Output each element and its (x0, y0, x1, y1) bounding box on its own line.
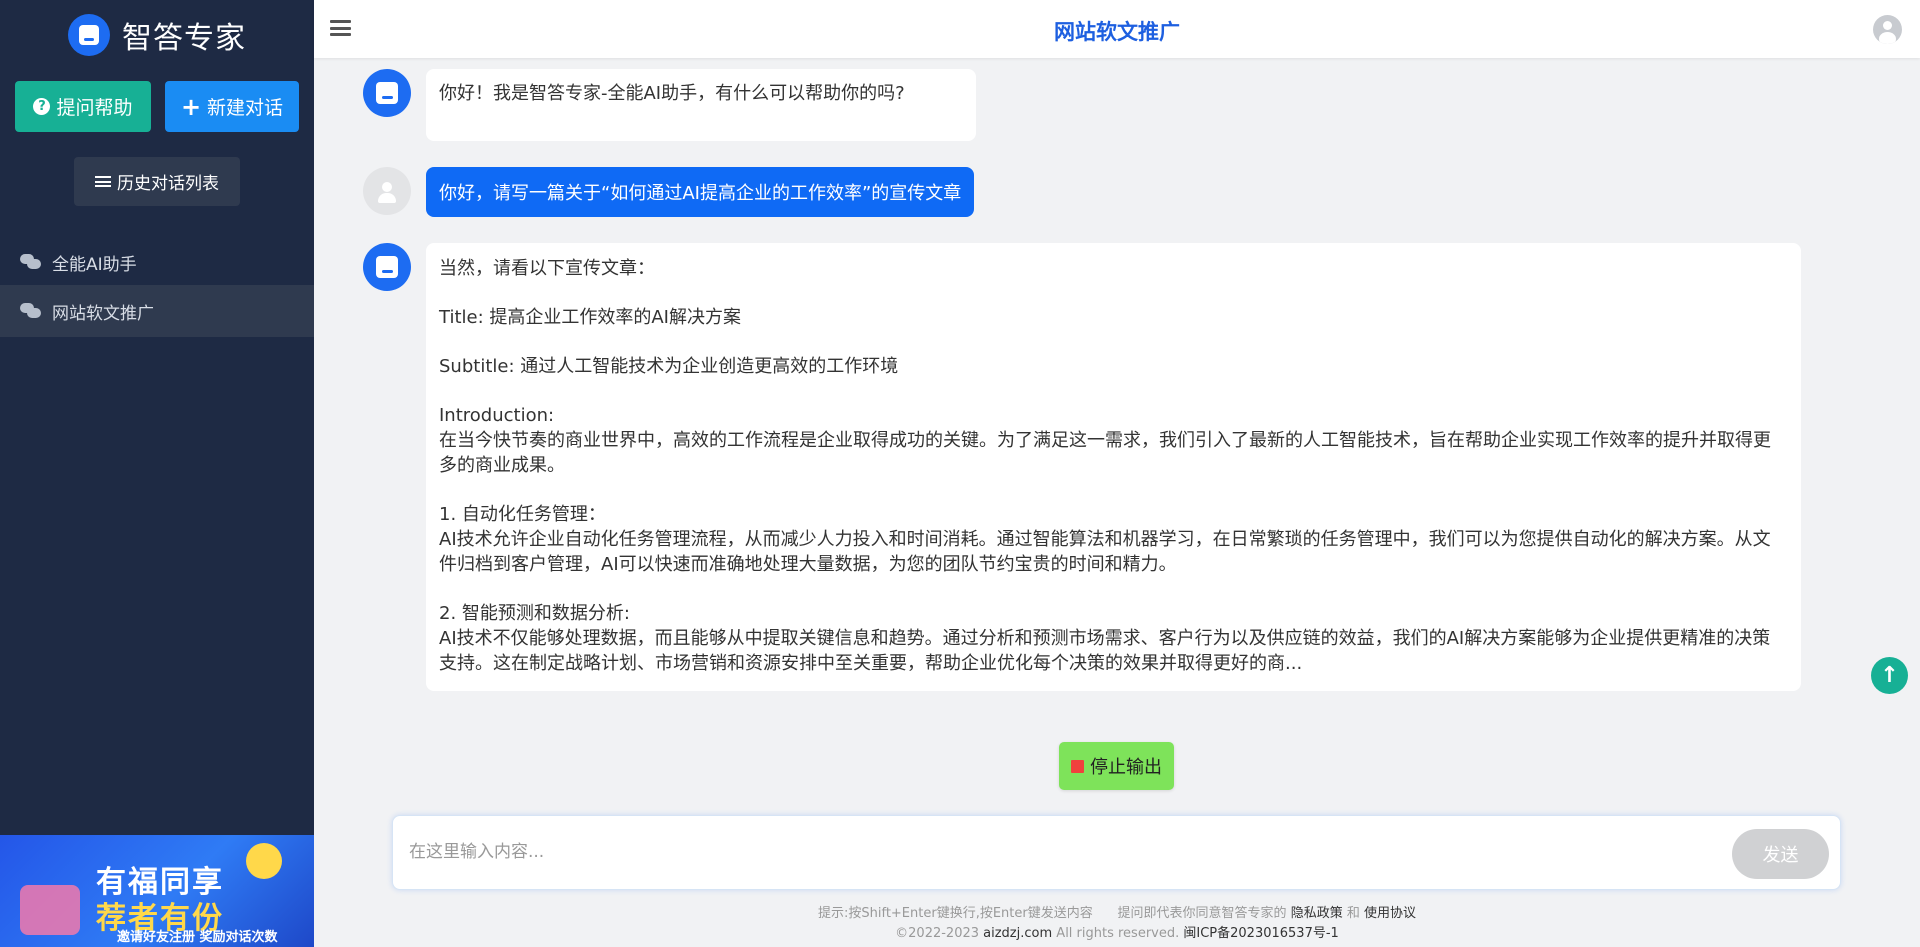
footer-hint-line: 提示:按Shift+Enter键换行,按Enter键发送内容 提问即代表你同意智… (314, 902, 1920, 921)
user-message: 你好，请写一篇关于“如何通过AI提高企业的工作效率”的宣传文章 (426, 167, 975, 217)
help-button-label: 提问帮助 (56, 97, 133, 119)
message-input-box: 发送 (392, 815, 1841, 890)
brand[interactable]: 智答专家 (68, 14, 246, 56)
question-circle-icon: ? (33, 98, 51, 115)
bot-avatar-icon (363, 69, 411, 117)
comments-icon (20, 254, 42, 270)
terms-of-use-link[interactable]: 使用协议 (1364, 906, 1416, 921)
answer-paragraph: 当然，请看以下宣传文章： (439, 258, 655, 279)
bot-avatar-icon (363, 243, 411, 291)
stop-output-label: 停止输出 (1090, 757, 1162, 778)
history-list-button[interactable]: 历史对话列表 (74, 157, 240, 206)
help-button[interactable]: ? 提问帮助 (15, 81, 151, 132)
coin-icon (246, 843, 282, 879)
agreement-and: 和 (1346, 906, 1360, 921)
answer-paragraph: Introduction: 在当今快节奏的商业世界中，高效的工作流程是企业取得成… (439, 405, 1771, 476)
rights-text: All rights reserved. (1056, 926, 1180, 941)
sidebar-item-label: 网站软文推广 (52, 303, 154, 324)
answer-paragraph: 2. 智能预测和数据分析: AI技术不仅能够处理数据，而且能够从中提取关键信息和… (439, 603, 1771, 674)
referral-promo-banner[interactable]: 有福同享 荐者有份 邀请好友注册 奖励对话次数 (0, 835, 314, 947)
gift-icon (20, 885, 80, 935)
bot-message: 你好！我是智答专家-全能AI助手，有什么可以帮助你的吗? (426, 69, 976, 141)
bot-answer-message: 当然，请看以下宣传文章： Title: 提高企业工作效率的AI解决方案 Subt… (426, 243, 1801, 691)
plus-icon: + (180, 92, 202, 121)
new-chat-button[interactable]: + 新建对话 (165, 81, 299, 132)
new-chat-button-label: 新建对话 (207, 97, 284, 119)
answer-paragraph: Subtitle: 通过人工智能技术为企业创造更高效的工作环境 (439, 356, 899, 377)
user-avatar-icon (363, 167, 411, 215)
send-button-label: 发送 (1762, 845, 1799, 866)
privacy-policy-link[interactable]: 隐私政策 (1291, 906, 1343, 921)
icp-license-link[interactable]: 闽ICP备2023016537号-1 (1183, 926, 1338, 941)
answer-paragraph: Title: 提高企业工作效率的AI解决方案 (439, 307, 741, 328)
sidebar-item-label: 全能AI助手 (52, 254, 137, 275)
site-domain-link[interactable]: aizdzj.com (983, 926, 1052, 941)
footer-copyright-line: ©2022-2023 aizdzj.com All rights reserve… (314, 922, 1920, 941)
history-list-button-label: 历史对话列表 (117, 174, 219, 194)
brand-name: 智答专家 (122, 21, 246, 56)
comments-icon (20, 303, 42, 319)
message-text: 你好！我是智答专家-全能AI助手，有什么可以帮助你的吗? (439, 83, 905, 104)
sidebar-item-all-ai-assistant[interactable]: 全能AI助手 (0, 236, 314, 288)
scroll-to-top-button[interactable]: ↑ (1871, 657, 1908, 694)
stop-icon (1071, 759, 1084, 773)
page-title: 网站软文推广 (1054, 20, 1180, 44)
sidebar: 智答专家 ? 提问帮助 + 新建对话 历史对话列表 全能AI助手 网站软文推广 … (0, 0, 314, 947)
message-input[interactable] (409, 835, 1709, 869)
promo-subtitle: 邀请好友注册 奖励对话次数 (117, 930, 278, 945)
copyright-years: ©2022-2023 (895, 926, 980, 941)
top-header: 网站软文推广 (314, 0, 1920, 58)
arrow-up-icon: ↑ (1880, 663, 1899, 688)
keyboard-hint: 提示:按Shift+Enter键换行,按Enter键发送内容 (817, 906, 1093, 921)
agreement-prefix: 提问即代表你同意智答专家的 (1117, 906, 1287, 921)
user-avatar-icon[interactable] (1873, 15, 1902, 44)
message-text: 你好，请写一篇关于“如何通过AI提高企业的工作效率”的宣传文章 (439, 183, 962, 204)
brand-logo-icon (68, 14, 110, 56)
list-icon (95, 175, 111, 188)
send-button[interactable]: 发送 (1732, 829, 1829, 879)
sidebar-item-website-promotion[interactable]: 网站软文推广 (0, 285, 314, 337)
answer-paragraph: 1. 自动化任务管理： AI技术允许企业自动化任务管理流程，从而减少人力投入和时… (439, 504, 1771, 575)
stop-output-button[interactable]: 停止输出 (1059, 742, 1174, 790)
